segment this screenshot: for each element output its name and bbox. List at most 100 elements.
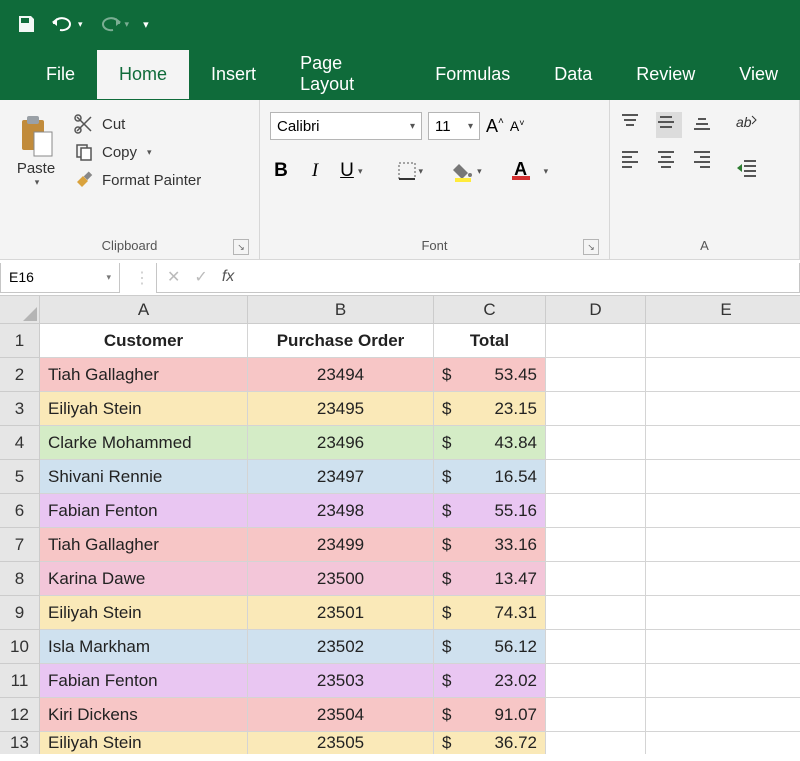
font-dialog-launcher[interactable]: ↘ <box>583 239 599 255</box>
cell[interactable]: 23500 <box>248 562 434 596</box>
cell[interactable] <box>646 426 800 460</box>
cell[interactable] <box>546 426 646 460</box>
cell[interactable]: Total <box>434 324 546 358</box>
cell[interactable]: $74.31 <box>434 596 546 630</box>
select-all-corner[interactable] <box>0 296 40 324</box>
cell[interactable]: 23498 <box>248 494 434 528</box>
cell[interactable] <box>646 392 800 426</box>
cell[interactable]: Shivani Rennie <box>40 460 248 494</box>
clipboard-dialog-launcher[interactable]: ↘ <box>233 239 249 255</box>
row-header[interactable]: 11 <box>0 664 40 698</box>
cell[interactable]: 23502 <box>248 630 434 664</box>
tab-insert[interactable]: Insert <box>189 50 278 99</box>
cell[interactable]: 23504 <box>248 698 434 732</box>
increase-font-icon[interactable]: A˄ <box>486 116 504 137</box>
cell[interactable]: Clarke Mohammed <box>40 426 248 460</box>
align-right-icon[interactable] <box>692 148 718 174</box>
row-header[interactable]: 10 <box>0 630 40 664</box>
tab-home[interactable]: Home <box>97 50 189 99</box>
col-header-e[interactable]: E <box>646 296 800 324</box>
row-header[interactable]: 8 <box>0 562 40 596</box>
cell[interactable] <box>646 698 800 732</box>
save-icon[interactable] <box>16 14 36 34</box>
cell[interactable]: $16.54 <box>434 460 546 494</box>
copy-button[interactable]: Copy ▾ <box>74 142 201 162</box>
cell[interactable]: Customer <box>40 324 248 358</box>
cell[interactable]: Purchase Order <box>248 324 434 358</box>
fx-icon[interactable]: fx <box>222 268 234 286</box>
cell[interactable]: $55.16 <box>434 494 546 528</box>
cell[interactable] <box>546 392 646 426</box>
cell[interactable] <box>546 494 646 528</box>
redo-icon[interactable]: ▾ <box>97 14 130 34</box>
cell[interactable]: 23497 <box>248 460 434 494</box>
cell[interactable] <box>646 358 800 392</box>
tab-formulas[interactable]: Formulas <box>413 50 532 99</box>
tab-view[interactable]: View <box>717 50 800 99</box>
cell[interactable] <box>546 358 646 392</box>
align-bottom-icon[interactable] <box>692 112 718 138</box>
cancel-formula-icon[interactable]: ✕ <box>167 267 180 287</box>
bold-button[interactable]: B <box>270 160 292 182</box>
row-header[interactable]: 3 <box>0 392 40 426</box>
cell[interactable]: Eiliyah Stein <box>40 596 248 630</box>
format-painter-button[interactable]: Format Painter <box>74 170 201 190</box>
row-header[interactable]: 6 <box>0 494 40 528</box>
row-header[interactable]: 4 <box>0 426 40 460</box>
cell[interactable] <box>546 562 646 596</box>
italic-button[interactable]: I <box>304 160 326 182</box>
font-name-combo[interactable]: Calibri ▾ <box>270 112 422 140</box>
col-header-a[interactable]: A <box>40 296 248 324</box>
cell[interactable] <box>646 732 800 754</box>
formula-input[interactable] <box>244 263 800 293</box>
cell[interactable]: $36.72 <box>434 732 546 754</box>
align-left-icon[interactable] <box>620 148 646 174</box>
cell[interactable] <box>546 460 646 494</box>
font-color-button[interactable]: A <box>512 162 530 180</box>
cell[interactable]: Eiliyah Stein <box>40 392 248 426</box>
cell[interactable]: 23494 <box>248 358 434 392</box>
cell[interactable] <box>546 732 646 754</box>
row-header[interactable]: 5 <box>0 460 40 494</box>
cell[interactable]: Eiliyah Stein <box>40 732 248 754</box>
row-header[interactable]: 1 <box>0 324 40 358</box>
tab-file[interactable]: File <box>24 50 97 99</box>
cell[interactable]: Tiah Gallagher <box>40 528 248 562</box>
cell[interactable]: $53.45 <box>434 358 546 392</box>
cell[interactable]: $23.15 <box>434 392 546 426</box>
tab-data[interactable]: Data <box>532 50 614 99</box>
cell[interactable] <box>646 562 800 596</box>
row-header[interactable]: 2 <box>0 358 40 392</box>
font-size-combo[interactable]: 11 ▾ <box>428 112 480 140</box>
cell[interactable] <box>646 460 800 494</box>
paste-button[interactable]: Paste ▾ <box>10 108 62 231</box>
cell[interactable]: $56.12 <box>434 630 546 664</box>
customize-qat-icon[interactable]: ▾ <box>143 18 149 31</box>
tab-review[interactable]: Review <box>614 50 717 99</box>
borders-button[interactable]: ▾ <box>397 161 424 181</box>
cell[interactable]: 23495 <box>248 392 434 426</box>
cell[interactable] <box>546 698 646 732</box>
enter-formula-icon[interactable]: ✓ <box>194 267 207 287</box>
col-header-c[interactable]: C <box>434 296 546 324</box>
cell[interactable]: $13.47 <box>434 562 546 596</box>
row-header[interactable]: 9 <box>0 596 40 630</box>
cell[interactable] <box>646 324 800 358</box>
cell[interactable] <box>546 324 646 358</box>
cell[interactable]: $43.84 <box>434 426 546 460</box>
cut-button[interactable]: Cut <box>74 114 201 134</box>
undo-icon[interactable]: ▾ <box>50 14 83 34</box>
align-top-icon[interactable] <box>620 112 646 138</box>
name-box[interactable]: E16 ▾ <box>0 263 120 293</box>
cell[interactable]: 23496 <box>248 426 434 460</box>
cell[interactable]: Fabian Fenton <box>40 664 248 698</box>
cell[interactable]: Tiah Gallagher <box>40 358 248 392</box>
cell[interactable] <box>546 664 646 698</box>
cell[interactable]: 23505 <box>248 732 434 754</box>
cell[interactable]: $91.07 <box>434 698 546 732</box>
cell[interactable] <box>546 630 646 664</box>
cell[interactable] <box>646 528 800 562</box>
fill-color-button[interactable]: ▾ <box>453 160 482 182</box>
col-header-d[interactable]: D <box>546 296 646 324</box>
row-header[interactable]: 7 <box>0 528 40 562</box>
